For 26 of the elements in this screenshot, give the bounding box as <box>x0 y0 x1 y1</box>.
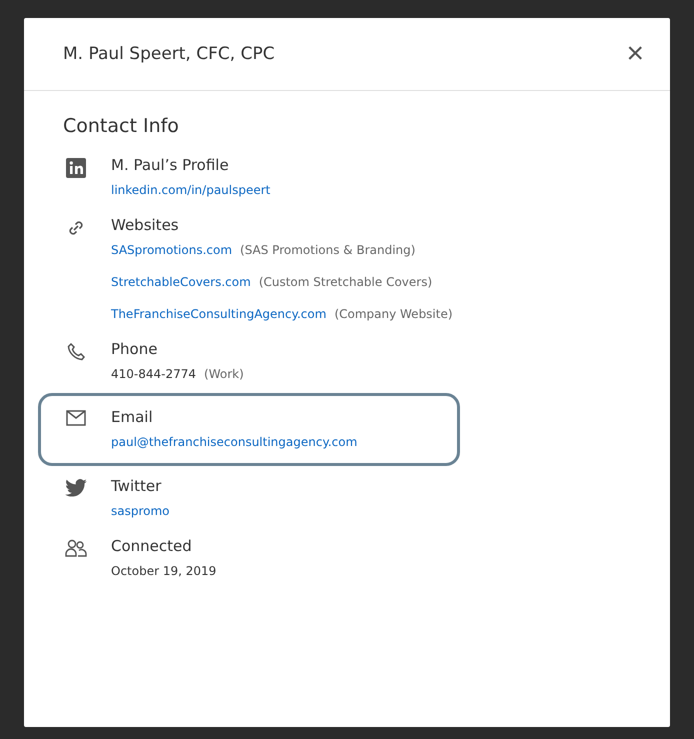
phone-icon <box>66 342 86 362</box>
entry-label: M. Paul’s Profile <box>111 156 230 174</box>
people-icon <box>65 539 87 557</box>
entry-label: Connected <box>111 537 193 555</box>
entry-label: Email <box>111 408 154 426</box>
contact-link[interactable]: linkedin.com/in/paulspeert <box>111 183 270 197</box>
entry-label: Phone <box>111 340 158 358</box>
entry-value: 410-844-2774 <box>111 367 196 381</box>
contact-link[interactable]: TheFranchiseConsultingAgency.com <box>111 307 326 321</box>
linkedin-icon <box>66 158 86 178</box>
contact-link[interactable]: paul@thefranchiseconsultingagency.com <box>111 435 358 449</box>
website-note: (Work) <box>204 367 244 381</box>
close-button[interactable]: × <box>622 39 648 69</box>
entry-value: October 19, 2019 <box>111 564 216 578</box>
section-title: Contact Info <box>63 115 180 137</box>
website-note: (Custom Stretchable Covers) <box>258 275 432 289</box>
website-note: (SAS Promotions & Branding) <box>240 243 416 257</box>
envelope-icon <box>66 410 86 426</box>
entry-label: Websites <box>111 216 180 234</box>
dialog-title: M. Paul Speert, CFC, CPC <box>63 44 275 64</box>
bird-icon <box>65 479 87 497</box>
contact-link[interactable]: saspromo <box>111 504 170 518</box>
contact-link[interactable]: StretchableCovers.com <box>111 275 251 289</box>
entry-label: Twitter <box>111 477 162 495</box>
website-note: (Company Website) <box>334 307 453 321</box>
contact-link[interactable]: SASpromotions.com <box>111 243 232 257</box>
